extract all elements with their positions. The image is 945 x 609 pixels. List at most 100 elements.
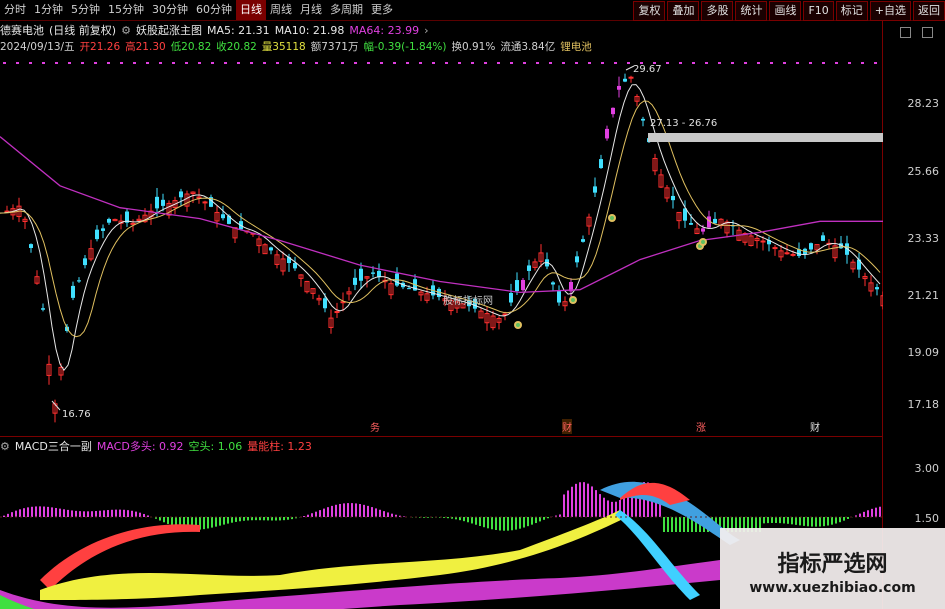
signal-dot (770, 62, 773, 64)
tab-period[interactable]: 日线 (236, 0, 266, 20)
signal-dot (757, 62, 760, 64)
candle (95, 229, 99, 240)
macd-bar (819, 517, 821, 527)
signal-dot (718, 62, 721, 64)
toolbar-button[interactable]: 画线 (769, 1, 802, 21)
tab-period[interactable]: 周线 (266, 0, 296, 20)
center-watermark: 股标指标网 (443, 296, 493, 307)
macd-bar (815, 517, 817, 527)
tab-period[interactable]: 1分钟 (30, 0, 67, 20)
macd-bar (275, 517, 277, 521)
event-marker[interactable]: 务 (370, 419, 380, 434)
toolbar-button[interactable]: 多股 (701, 1, 734, 21)
candlestick-chart[interactable] (0, 20, 883, 609)
candle (83, 258, 87, 266)
macd-bar (839, 517, 841, 523)
signal-dot (562, 62, 565, 64)
toolbar-buttons: 复权 叠加 多股 统计 画线 F10 标记 +自选 返回 (631, 0, 945, 21)
event-marker[interactable]: 涨 (696, 419, 706, 434)
macd-bar (599, 494, 601, 517)
window-icon[interactable] (922, 27, 933, 38)
sub-indicator-name[interactable]: MACD三合一副 (15, 438, 92, 454)
candle (551, 282, 555, 285)
macd-bar (527, 517, 529, 527)
macd-bar (571, 486, 573, 517)
macd-bar (423, 517, 425, 518)
macd-bar (127, 510, 129, 517)
candle (323, 298, 327, 309)
macd-bar (35, 506, 37, 517)
macd-bar (795, 517, 797, 525)
candle (599, 159, 603, 169)
tab-period[interactable]: 更多 (367, 0, 397, 20)
settings-icon[interactable]: ⚙ (0, 440, 10, 453)
event-marker[interactable]: 财 (562, 419, 572, 434)
tab-period[interactable]: 5分钟 (67, 0, 104, 20)
tab-period[interactable]: 60分钟 (192, 0, 236, 20)
candle (509, 292, 513, 303)
toolbar-button[interactable]: 叠加 (667, 1, 700, 21)
macd-bar (471, 517, 473, 524)
macd-bar (679, 517, 681, 532)
macd-bar (487, 517, 489, 529)
macd-bar (499, 517, 501, 531)
toolbar-button[interactable]: 复权 (633, 1, 666, 21)
macd-bar (91, 511, 93, 517)
event-marker[interactable]: 财 (810, 419, 820, 434)
candle (101, 228, 105, 231)
site-watermark: 指标严选网 www.xuezhibiao.com (720, 528, 945, 609)
macd-bar (223, 517, 225, 525)
candle (41, 308, 45, 310)
signal-dot (107, 62, 110, 64)
tab-period[interactable]: 30分钟 (148, 0, 192, 20)
signal-dot (224, 62, 227, 64)
candle (359, 268, 363, 281)
toolbar-button[interactable]: 统计 (735, 1, 768, 21)
window-icon[interactable] (900, 27, 911, 38)
candle (77, 280, 81, 282)
macd-bar (763, 517, 765, 524)
candle (293, 263, 297, 269)
macd-bar (347, 503, 349, 517)
signal-dot (289, 62, 292, 64)
macd-bar (587, 483, 589, 517)
macd-bar (55, 507, 57, 517)
toolbar-button[interactable]: +自选 (869, 1, 911, 21)
candle (671, 195, 675, 201)
candle (593, 186, 597, 193)
tab-period[interactable]: 多周期 (326, 0, 367, 20)
candle (515, 280, 519, 292)
signal-dot (575, 62, 578, 64)
signal-dot (445, 62, 448, 64)
signal-dot (549, 62, 552, 64)
tab-period[interactable]: 15分钟 (104, 0, 148, 20)
macd-bar (67, 509, 69, 517)
candle (107, 218, 111, 223)
macd-bear-value: 空头: 1.06 (188, 440, 243, 453)
macd-bar (227, 517, 229, 524)
macd-bar (843, 517, 845, 521)
toolbar-button[interactable]: 标记 (835, 1, 868, 21)
tab-period[interactable]: 月线 (296, 0, 326, 20)
signal-dot (874, 62, 877, 64)
toolbar-button[interactable]: F10 (803, 1, 834, 21)
macd-bar (75, 510, 77, 517)
macd-bar (779, 517, 781, 524)
macd-bar (515, 517, 517, 530)
signal-dot (341, 62, 344, 64)
tab-period[interactable]: 分时 (0, 0, 30, 20)
macd-bar (99, 510, 101, 517)
signal-dot (29, 62, 32, 64)
signal-dot (354, 62, 357, 64)
signal-dot (497, 62, 500, 64)
candle (628, 76, 634, 79)
macd-bar (279, 517, 281, 521)
macd-bar (315, 511, 317, 517)
macd-bar (287, 517, 289, 520)
macd-bar (263, 517, 265, 521)
signal-dot (679, 62, 682, 64)
macd-bar (803, 517, 805, 526)
macd-bar (507, 517, 509, 531)
toolbar-button[interactable]: 返回 (913, 1, 945, 21)
macd-bar (595, 490, 597, 517)
